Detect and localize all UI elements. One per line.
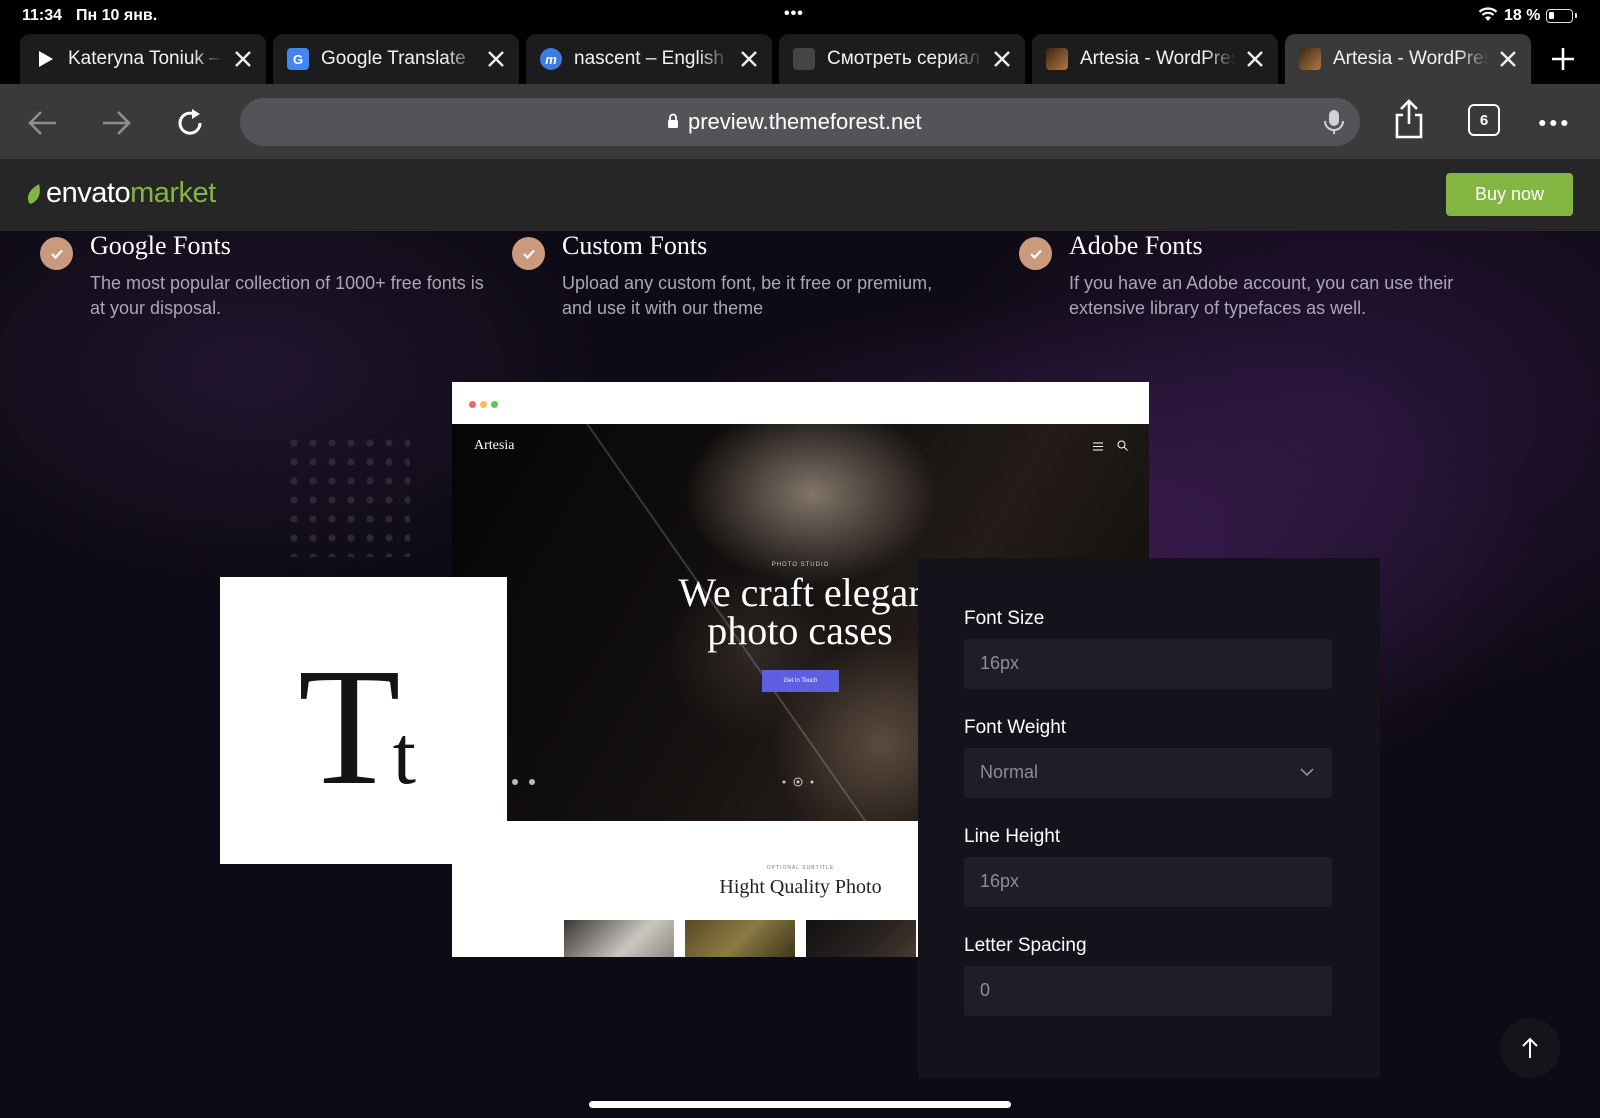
mockup-photo-thumb [564,920,674,957]
back-arrow-icon[interactable] [26,106,60,140]
share-icon[interactable] [1392,98,1426,140]
multitasking-dots-icon[interactable]: ••• [784,5,804,23]
wifi-icon [1478,7,1498,21]
feature-description: The most popular collection of 1000+ fre… [90,273,484,318]
status-time: 11:34 [22,7,63,24]
browser-tab-active[interactable]: Artesia - WordPres [1285,34,1531,84]
typography-glyph: Tt [298,643,416,811]
lock-icon [668,113,678,128]
window-dot-icon [469,401,476,408]
tab-count-button[interactable]: 6 [1468,104,1500,136]
font-weight-value: Normal [980,762,1039,782]
line-height-label: Line Height [964,826,1061,847]
close-tab-icon[interactable] [1497,48,1519,70]
line-height-field[interactable]: 16px [964,857,1332,907]
mockup-window-bar [452,382,1149,424]
url-text: preview.themeforest.net [688,109,922,134]
glyph-uppercase: T [298,634,401,820]
font-settings-panel: Font Size 16px Font Weight Normal Line H… [918,558,1380,1078]
tab-title: Artesia - WordPres [1333,48,1489,69]
forward-arrow-icon[interactable] [99,106,133,140]
more-options-icon[interactable] [1538,106,1572,140]
search-icon [1117,440,1128,451]
arrow-up-icon [1522,1037,1538,1058]
status-bar: 11:34 Пн 10 янв. ••• 18 % [0,0,1600,32]
close-tab-icon[interactable] [232,48,254,70]
feature-title: Google Fonts [90,231,231,260]
hamburger-menu-icon [1093,442,1103,451]
close-tab-icon[interactable] [485,48,507,70]
browser-tab[interactable]: Artesia - WordPres [1032,34,1278,84]
tab-title: Artesia - WordPres [1080,48,1236,69]
scroll-to-top-button[interactable] [1500,1018,1560,1078]
chevron-down-icon [1300,768,1314,777]
close-tab-icon[interactable] [738,48,760,70]
envato-leaf-icon [27,183,40,204]
envato-brand: envato [46,177,131,209]
tab-title: nascent – English [574,48,724,69]
battery-icon [1546,9,1577,23]
browser-tab[interactable]: Смотреть сериал [779,34,1025,84]
mockup-photo-thumb [685,920,795,957]
mockup-cta-button: Get In Touch [762,670,839,692]
microphone-icon[interactable] [1322,108,1346,136]
reload-icon[interactable] [173,106,207,140]
letter-spacing-label: Letter Spacing [964,935,1087,956]
mockup-photo-thumb [806,920,916,957]
social-icons [512,779,535,785]
browser-toolbar: preview.themeforest.net 6 [0,84,1600,159]
feature-description: Upload any custom font, be it free or pr… [562,273,933,318]
generic-site-icon [793,48,815,70]
new-tab-plus-icon[interactable] [1550,46,1576,72]
artesia-icon [1046,48,1068,70]
font-size-label: Font Size [964,608,1045,629]
font-weight-select[interactable]: Normal [964,748,1332,798]
browser-tab[interactable]: Kateryna Toniuk – [20,34,266,84]
letter-spacing-field[interactable]: 0 [964,966,1332,1016]
envato-header: envato market Buy now [0,159,1600,231]
tab-title: Смотреть сериал [827,48,980,69]
tab-bar: Kateryna Toniuk – G Google Translate m n… [0,32,1600,84]
browser-tab[interactable]: G Google Translate [273,34,519,84]
close-tab-icon[interactable] [991,48,1013,70]
check-icon [1019,237,1052,270]
font-size-field[interactable]: 16px [964,639,1332,689]
browser-tab[interactable]: m nascent – English [526,34,772,84]
feature-title: Custom Fonts [562,231,708,260]
feature-description: If you have an Adobe account, you can us… [1069,273,1454,318]
check-icon [40,237,73,270]
play-icon [34,48,56,70]
home-indicator[interactable] [589,1101,1011,1108]
market-brand: market [130,177,216,209]
window-dot-icon [491,401,498,408]
check-icon [512,237,545,270]
page-content: Google Fonts The most popular collection… [0,231,1600,1118]
tab-title: Kateryna Toniuk – [68,48,220,69]
google-translate-icon: G [287,48,309,70]
window-dot-icon [480,401,487,408]
font-weight-label: Font Weight [964,717,1067,738]
decorative-dot-grid [290,439,410,557]
typography-card: Tt [220,577,507,864]
close-tab-icon[interactable] [1244,48,1266,70]
battery-percent: 18 % [1504,7,1541,24]
address-bar[interactable]: preview.themeforest.net [240,98,1360,146]
envato-market-logo[interactable]: envato market [26,177,216,210]
tab-title: Google Translate [321,48,466,69]
mockup-site-logo: Artesia [474,438,515,453]
buy-now-button[interactable]: Buy now [1446,173,1573,216]
artesia-icon [1299,48,1321,70]
dictionary-icon: m [540,48,562,70]
slider-dots-icon [782,777,814,787]
feature-title: Adobe Fonts [1069,231,1203,260]
glyph-lowercase: t [392,709,416,802]
status-date: Пн 10 янв. [76,7,158,24]
